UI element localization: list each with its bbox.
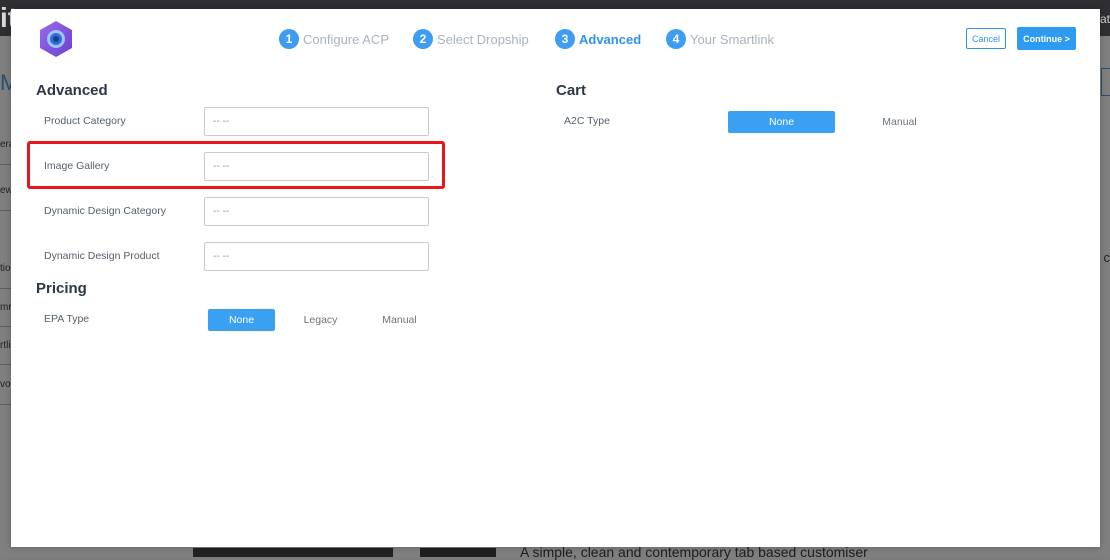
step-number: 2 (413, 29, 433, 49)
background-sidebar-item: tio (0, 250, 11, 289)
step-advanced[interactable]: 3 Advanced (555, 29, 641, 49)
cancel-button[interactable]: Cancel (966, 28, 1006, 49)
background-right-button (1101, 68, 1110, 96)
image-gallery-highlight-box (27, 141, 445, 189)
background-sidebar-item: rtli (0, 328, 11, 365)
continue-button[interactable]: Continue > (1017, 27, 1076, 50)
a2c-type-none-option[interactable]: None (728, 111, 835, 133)
background-product-image (193, 548, 393, 557)
step-number: 4 (666, 29, 686, 49)
step-label: Configure ACP (303, 31, 389, 47)
epa-type-none-option[interactable]: None (208, 309, 275, 331)
epa-type-label: EPA Type (44, 313, 90, 325)
dynamic-design-category-label: Dynamic Design Category (44, 205, 166, 217)
step-label: Your Smartlink (690, 31, 775, 47)
background-sidebar-item: ew (0, 172, 11, 211)
cart-section-title: Cart (556, 82, 587, 99)
product-category-label: Product Category (44, 115, 126, 127)
dynamic-design-product-input[interactable] (204, 242, 429, 271)
app-hexagon-logo-icon (37, 20, 75, 58)
step-number: 1 (279, 29, 299, 49)
step-your-smartlink[interactable]: 4 Your Smartlink (666, 29, 774, 49)
epa-type-manual-option[interactable]: Manual (366, 309, 433, 331)
advanced-settings-modal: 1 Configure ACP 2 Select Dropship 3 Adva… (11, 9, 1100, 547)
background-top-right-text: at (1099, 12, 1110, 26)
background-sidebar-item: mn (0, 290, 11, 327)
a2c-type-manual-option[interactable]: Manual (846, 111, 953, 133)
pricing-section-title: Pricing (36, 280, 87, 297)
dynamic-design-product-label: Dynamic Design Product (44, 250, 160, 262)
a2c-type-label: A2C Type (564, 115, 610, 127)
background-sidebar-item: vor (0, 366, 11, 405)
step-number: 3 (555, 29, 575, 49)
product-category-input[interactable] (204, 107, 429, 136)
dynamic-design-category-input[interactable] (204, 197, 429, 226)
advanced-section-title: Advanced (36, 82, 108, 99)
epa-type-legacy-option[interactable]: Legacy (287, 309, 354, 331)
background-sidebar-item: era (0, 126, 11, 165)
step-select-dropship[interactable]: 2 Select Dropship (413, 29, 529, 49)
step-label: Advanced (579, 31, 642, 47)
step-label: Select Dropship (437, 31, 529, 47)
step-configure-acp[interactable]: 1 Configure ACP (279, 29, 389, 49)
background-thumbnail (420, 548, 496, 557)
